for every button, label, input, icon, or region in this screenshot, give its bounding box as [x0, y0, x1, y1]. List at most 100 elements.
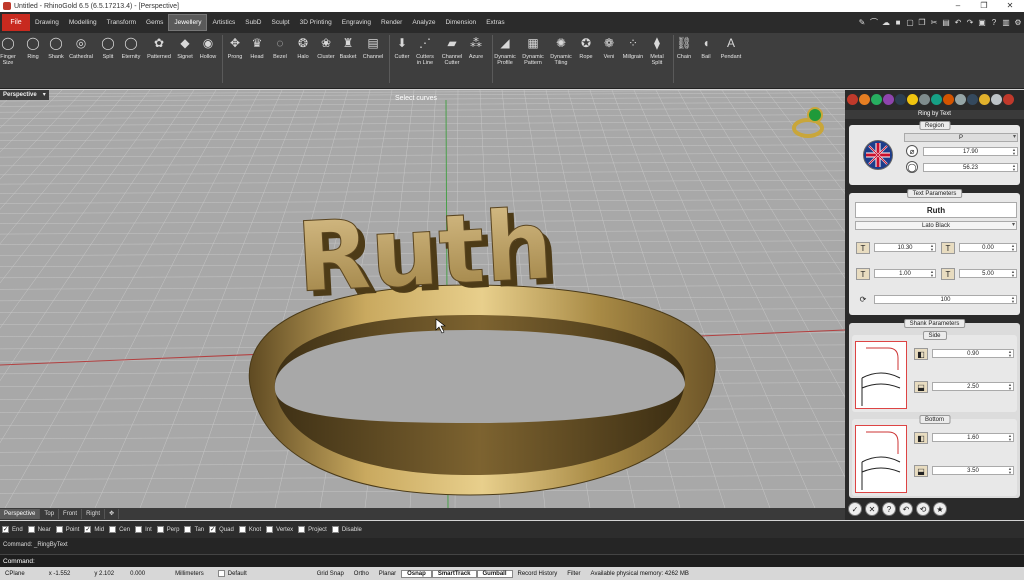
- tool-head[interactable]: ♛ Head: [245, 35, 269, 60]
- undo-icon[interactable]: ↶: [952, 18, 964, 27]
- close-button[interactable]: ✕: [997, 0, 1023, 12]
- tool-channel[interactable]: ▤ Channel: [361, 35, 385, 60]
- tool-cluster[interactable]: ❀ Cluster: [314, 35, 338, 60]
- checkbox[interactable]: [331, 526, 339, 533]
- tool-split[interactable]: ◯ Split: [96, 35, 120, 60]
- panel-tab-icon[interactable]: [1003, 94, 1014, 105]
- checkbox[interactable]: ✓: [2, 526, 9, 533]
- file-menu[interactable]: File: [2, 14, 30, 31]
- osnap-point[interactable]: Point: [55, 526, 79, 533]
- tool-chain[interactable]: ⛓ Chain: [672, 35, 696, 60]
- font-select[interactable]: Lato Black ▾: [855, 221, 1017, 230]
- black-square-icon[interactable]: ■: [892, 18, 904, 27]
- checkbox[interactable]: [135, 526, 143, 533]
- osnap-mid[interactable]: ✓ Mid: [84, 526, 104, 533]
- osnap-end[interactable]: ✓ End: [2, 526, 23, 533]
- checkbox[interactable]: [27, 526, 35, 533]
- tab-gems[interactable]: Gems: [141, 14, 168, 31]
- osnap-knot[interactable]: Knot: [238, 526, 261, 533]
- panel-tab-icon[interactable]: [883, 94, 894, 105]
- panel-tab-icon[interactable]: [859, 94, 870, 105]
- tab-perspective[interactable]: Perspective: [0, 509, 41, 519]
- tool-dynamic-profile[interactable]: ◢ Dynamic Profile: [493, 35, 517, 66]
- osnap-near[interactable]: Near: [27, 526, 51, 533]
- tab-jewellery[interactable]: Jewellery: [168, 14, 208, 31]
- tab-right[interactable]: Right: [82, 509, 106, 519]
- rotation-field[interactable]: 100 ▲ ▼: [874, 295, 1017, 304]
- tool-cutter[interactable]: ⬇ Cutter: [390, 35, 414, 60]
- circumference-field[interactable]: 56.23 ▲ ▼: [923, 163, 1018, 172]
- tool-bail[interactable]: ◖ Bail: [694, 35, 718, 60]
- side-width-field[interactable]: 0.90 ▲ ▼: [932, 349, 1014, 358]
- osnap-perp[interactable]: Perp: [156, 526, 179, 533]
- tool-pendant[interactable]: A Pendant: [719, 35, 743, 60]
- minimize-button[interactable]: –: [945, 0, 971, 12]
- viewport-label[interactable]: Perspective ▾: [0, 90, 49, 100]
- panel-tab-icon[interactable]: [979, 94, 990, 105]
- units-indicator[interactable]: Millimeters: [170, 571, 209, 577]
- tool-veni[interactable]: ❁ Veni: [597, 35, 621, 60]
- cloud-icon[interactable]: ☁: [880, 18, 892, 27]
- settings-icon[interactable]: ⚙: [1012, 18, 1024, 27]
- toggle-grid-snap[interactable]: Grid Snap: [312, 571, 349, 577]
- osnap-quad[interactable]: ✓ Quad: [209, 526, 234, 533]
- tool-prong[interactable]: ✥ Prong: [223, 35, 247, 60]
- panel-tab-icon[interactable]: [895, 94, 906, 105]
- tool-shank[interactable]: ◯ Shank: [44, 35, 68, 60]
- tab-3d-printing[interactable]: 3D Printing: [295, 14, 337, 31]
- checkbox[interactable]: [55, 526, 63, 533]
- tool-ring-size[interactable]: ◯ Finger Size: [0, 35, 20, 66]
- maximize-button[interactable]: ❐: [971, 0, 997, 12]
- bottom-thickness-field[interactable]: 3.50 ▲ ▼: [932, 466, 1014, 475]
- help-icon[interactable]: ?: [988, 18, 1000, 27]
- tool-ring[interactable]: ◯ Ring: [21, 35, 45, 60]
- osnap-project[interactable]: Project: [298, 526, 327, 533]
- perspective-viewport[interactable]: Perspective ▾ Select curves Ruth Ruth: [0, 90, 845, 508]
- tool-cutters-line[interactable]: ⋰ Cutters in Line: [413, 35, 437, 66]
- tool-dynamic-tiling[interactable]: ✺ Dynamic Tiling: [549, 35, 573, 66]
- cancel-button[interactable]: ✕: [865, 502, 879, 516]
- panel-tab-icon[interactable]: [991, 94, 1002, 105]
- tab-front[interactable]: Front: [59, 509, 83, 519]
- checkbox[interactable]: ✓: [209, 526, 217, 533]
- panel-tab-icon[interactable]: [847, 94, 858, 105]
- tab-artistics[interactable]: Artistics: [207, 14, 240, 31]
- tab-dimension[interactable]: Dimension: [440, 14, 481, 31]
- tab-engraving[interactable]: Engraving: [337, 14, 376, 31]
- tool-basket[interactable]: ♜ Basket: [336, 35, 360, 60]
- uk-flag-icon[interactable]: [863, 140, 893, 170]
- checkbox[interactable]: [184, 526, 192, 533]
- toggle-gumball[interactable]: Gumball: [476, 569, 513, 578]
- osnap-cen[interactable]: Cen: [109, 526, 130, 533]
- checkbox[interactable]: [109, 526, 117, 533]
- command-line[interactable]: Command:: [0, 554, 1024, 567]
- checkbox[interactable]: [238, 526, 246, 533]
- panel-tab-icon[interactable]: [919, 94, 930, 105]
- redo-icon[interactable]: ↷: [964, 18, 976, 27]
- osnap-int[interactable]: Int: [135, 526, 152, 533]
- region-select[interactable]: P ▾: [904, 133, 1018, 142]
- undo-button[interactable]: ↶: [899, 502, 913, 516]
- tab-transform[interactable]: Transform: [102, 14, 141, 31]
- panel-tab-icon[interactable]: [967, 94, 978, 105]
- text-height-field[interactable]: 5.00 ▲ ▼: [959, 269, 1017, 278]
- checkbox[interactable]: [298, 526, 306, 533]
- add-viewport-icon[interactable]: ✥: [105, 509, 120, 519]
- new-file-icon[interactable]: ▢: [904, 18, 916, 27]
- tab-drawing[interactable]: Drawing: [30, 14, 64, 31]
- diameter-field[interactable]: 17.90 ▲ ▼: [923, 147, 1018, 156]
- cplane-indicator[interactable]: CPlane: [0, 571, 30, 577]
- scene-3d[interactable]: Ruth Ruth: [0, 90, 845, 508]
- tool-signet[interactable]: ◆ Signet: [173, 35, 197, 60]
- tab-subd[interactable]: SubD: [240, 14, 266, 31]
- lasso-icon[interactable]: ⌒: [868, 17, 880, 28]
- toggle-record-history[interactable]: Record History: [513, 571, 563, 577]
- bottom-width-field[interactable]: 1.60 ▲ ▼: [932, 433, 1014, 442]
- pointer-icon[interactable]: ✎: [856, 18, 868, 27]
- checkbox[interactable]: [266, 526, 274, 533]
- toggle-ortho[interactable]: Ortho: [349, 571, 374, 577]
- tool-bezel[interactable]: ◌ Bezel: [268, 35, 292, 60]
- tool-halo[interactable]: ❂ Halo: [291, 35, 315, 60]
- layer-indicator[interactable]: Default: [213, 570, 252, 577]
- cut-icon[interactable]: ✂: [928, 18, 940, 27]
